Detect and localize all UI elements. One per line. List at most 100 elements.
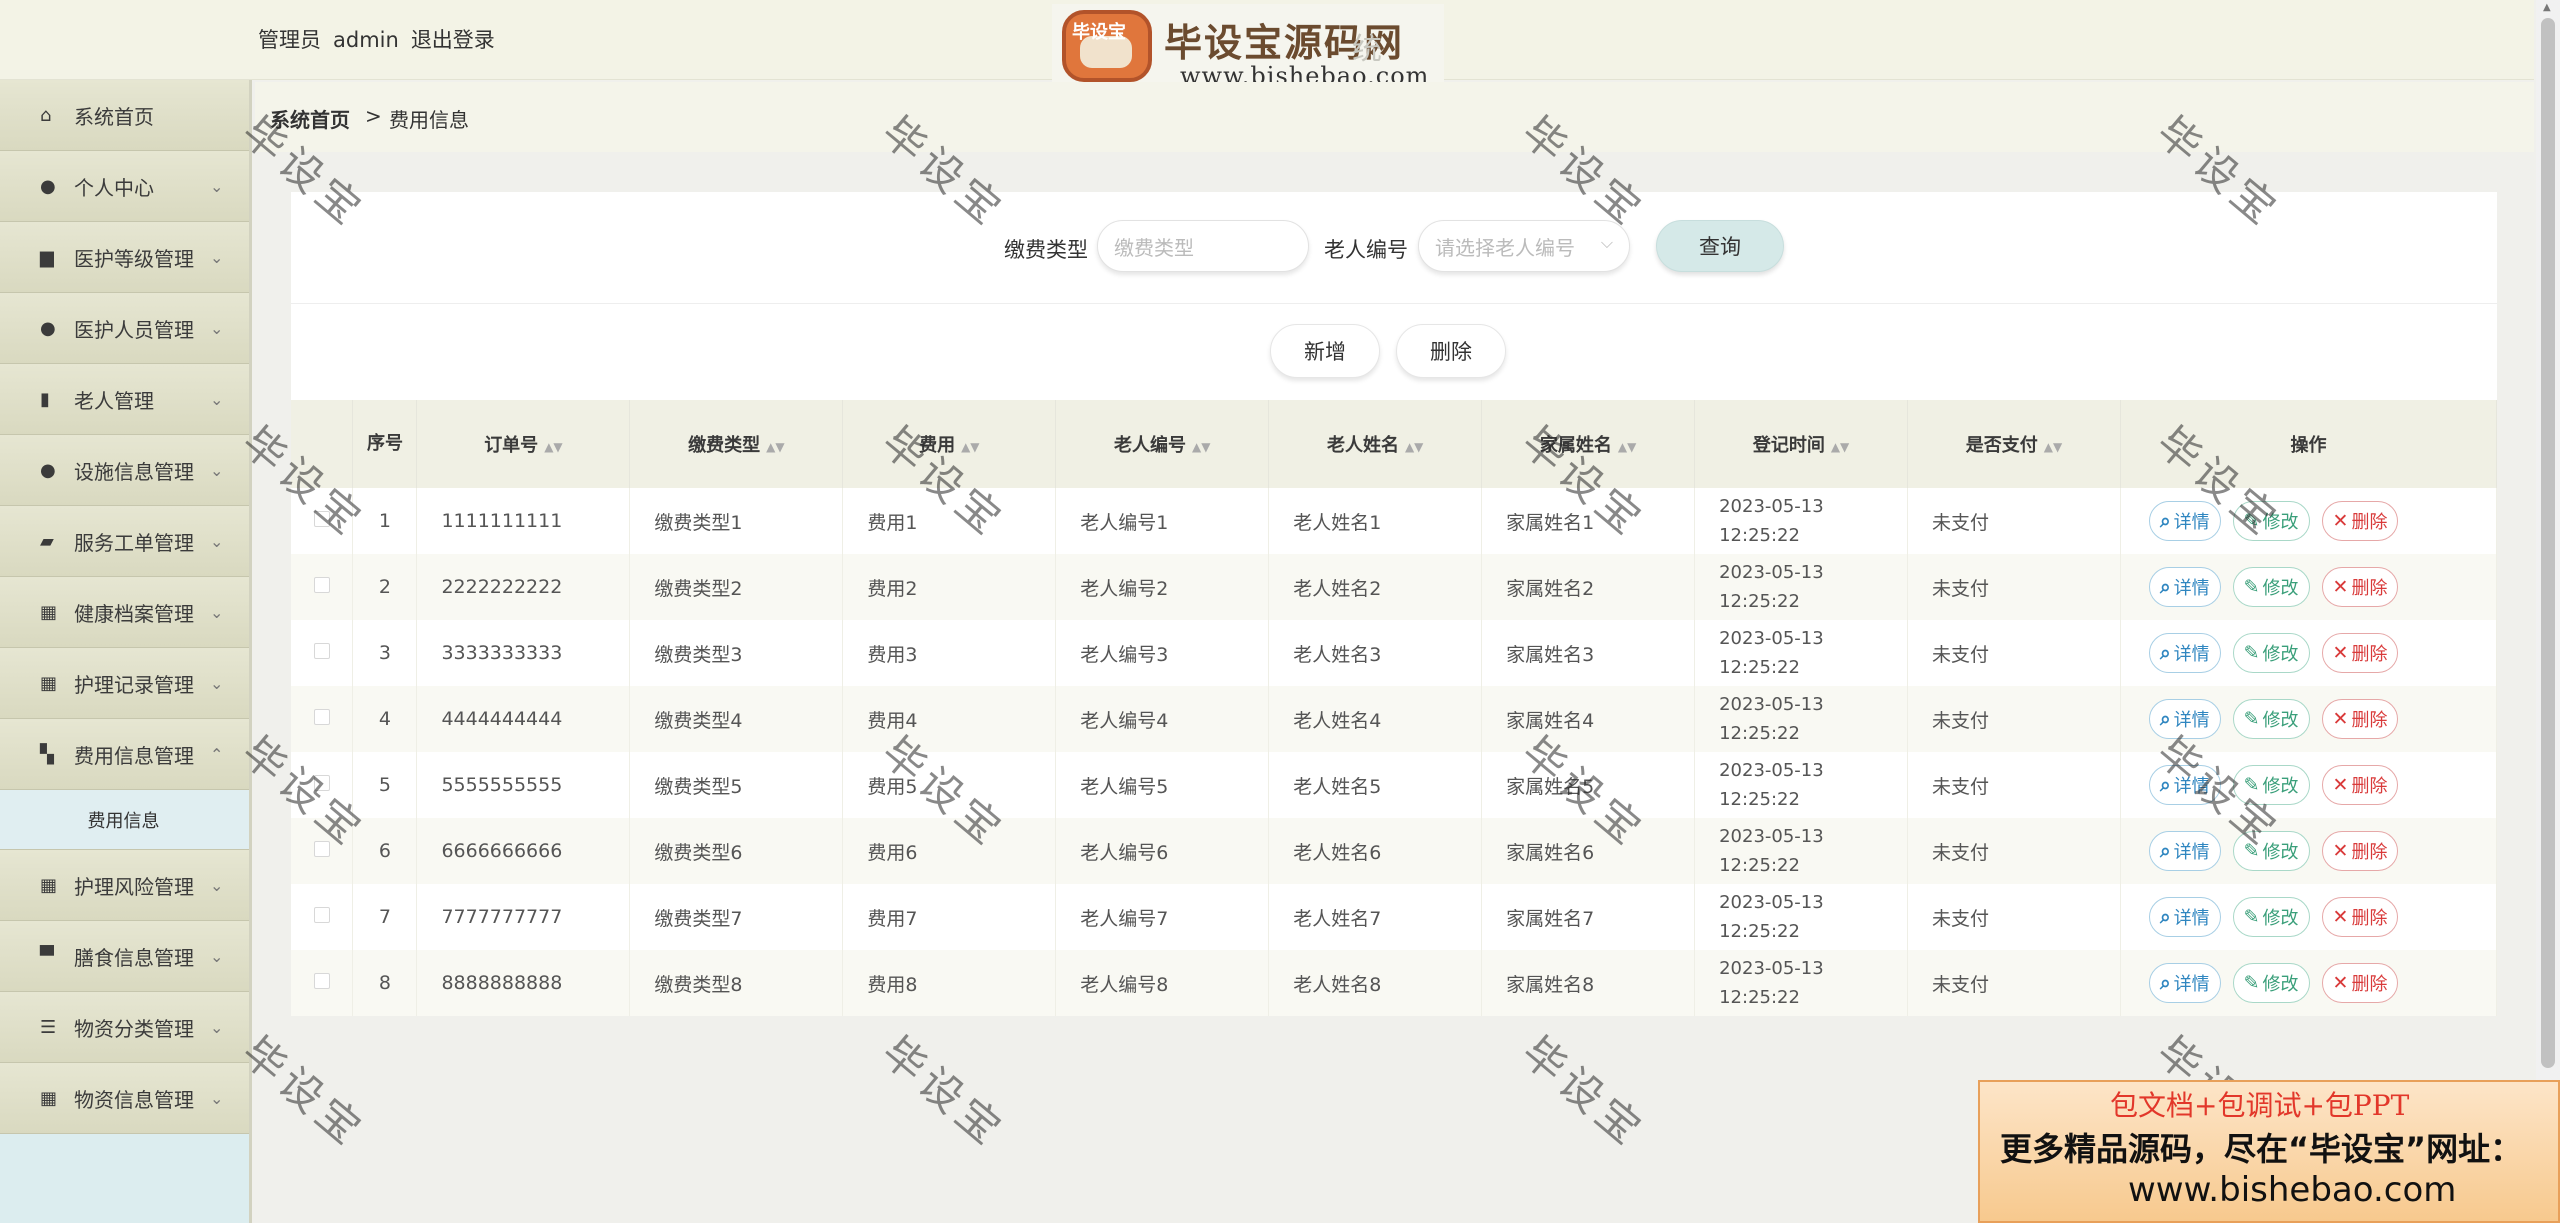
sidebar-item-0[interactable]: ⌂ 系统首页: [0, 80, 249, 151]
row-checkbox-cell: [291, 950, 354, 1016]
cell-fee: 费用5: [842, 752, 1057, 818]
detail-button-label: 详情: [2173, 644, 2210, 665]
detail-button[interactable]: ⌕ 详情: [2148, 765, 2221, 805]
cube-icon: ▰: [40, 530, 54, 552]
cell-elder-no: 老人编号5: [1055, 752, 1270, 818]
row-checkbox[interactable]: [313, 973, 330, 989]
detail-button[interactable]: ⌕ 详情: [2148, 963, 2221, 1003]
column-header-elder-name[interactable]: 老人姓名 ▲▼: [1268, 400, 1483, 488]
column-header-family[interactable]: 家属姓名 ▲▼: [1481, 400, 1696, 488]
column-header-elder-no[interactable]: 老人编号 ▲▼: [1055, 400, 1270, 488]
delete-button[interactable]: ✕ 删除: [2321, 897, 2399, 937]
delete-button[interactable]: ✕ 删除: [2321, 567, 2399, 607]
column-header-order[interactable]: 订单号 ▲▼: [416, 400, 631, 488]
logout-link[interactable]: 退出登录: [411, 28, 495, 52]
sidebar-item-2[interactable]: ▆ 医护等级管理 ⌄: [0, 222, 249, 293]
edit-button[interactable]: ✎ 修改: [2232, 501, 2310, 541]
sidebar-item-4[interactable]: ▮ 老人管理 ⌄: [0, 364, 249, 435]
close-icon: ✕: [2332, 642, 2349, 664]
row-checkbox-cell: [291, 884, 354, 950]
delete-button[interactable]: ✕ 删除: [2321, 963, 2399, 1003]
sidebar-item-11[interactable]: ▀ 膳食信息管理 ⌄: [0, 921, 249, 992]
edit-button-label: 修改: [2262, 644, 2299, 665]
column-header-paid[interactable]: 是否支付 ▲▼: [1907, 400, 2121, 488]
close-icon: ✕: [2332, 906, 2349, 928]
row-checkbox[interactable]: [313, 577, 330, 593]
detail-button[interactable]: ⌕ 详情: [2148, 633, 2221, 673]
row-checkbox[interactable]: [313, 643, 330, 659]
sidebar: ⌂ 系统首页 ● 个人中心 ⌄ ▆ 医护等级管理 ⌄ ● 医护人员管理 ⌄ ▮ 老人管理 ⌄ ● 设施信息管理…: [0, 80, 252, 1223]
detail-button[interactable]: ⌕ 详情: [2148, 699, 2221, 739]
scroll-up-icon[interactable]: ▲: [2543, 2, 2551, 13]
sort-icon[interactable]: ▲▼: [1618, 440, 1636, 454]
detail-button[interactable]: ⌕ 详情: [2148, 831, 2221, 871]
watermark-text: 毕设宝: [872, 1026, 1015, 1158]
edit-button-label: 修改: [2262, 974, 2299, 995]
sort-icon[interactable]: ▲▼: [2044, 440, 2062, 454]
row-checkbox[interactable]: [313, 709, 330, 725]
edit-button[interactable]: ✎ 修改: [2232, 831, 2310, 871]
column-header-fee[interactable]: 费用 ▲▼: [842, 400, 1057, 488]
detail-button[interactable]: ⌕ 详情: [2148, 567, 2221, 607]
close-icon: ✕: [2332, 708, 2349, 730]
edit-button[interactable]: ✎ 修改: [2232, 897, 2310, 937]
column-header-time[interactable]: 登记时间 ▲▼: [1694, 400, 1909, 488]
sort-icon[interactable]: ▲▼: [1192, 440, 1210, 454]
sidebar-item-5[interactable]: ● 设施信息管理 ⌄: [0, 435, 249, 506]
delete-button[interactable]: ✕ 删除: [2321, 765, 2399, 805]
scroll-thumb[interactable]: [2541, 18, 2555, 1068]
edit-button[interactable]: ✎ 修改: [2232, 765, 2310, 805]
sidebar-item-1[interactable]: ● 个人中心 ⌄: [0, 151, 249, 222]
sidebar-item-10[interactable]: ▦ 护理风险管理 ⌄: [0, 850, 249, 921]
detail-button[interactable]: ⌕ 详情: [2148, 897, 2221, 937]
table-row: 5 5555555555 缴费类型5 费用5 老人编号5 老人姓名5 家属姓名5 2023-0…: [291, 752, 2498, 818]
row-checkbox[interactable]: [313, 775, 330, 791]
cell-elder-no: 老人编号1: [1055, 488, 1270, 554]
sidebar-item-7[interactable]: ▦ 健康档案管理 ⌄: [0, 577, 249, 648]
row-checkbox[interactable]: [313, 907, 330, 923]
add-button[interactable]: 新增: [1270, 324, 1380, 378]
edit-button-label: 修改: [2262, 512, 2299, 533]
row-checkbox[interactable]: [313, 841, 330, 857]
sidebar-item-3[interactable]: ● 医护人员管理 ⌄: [0, 293, 249, 364]
watermark-text: 毕设宝: [1512, 1026, 1655, 1158]
sort-icon[interactable]: ▲▼: [1831, 440, 1849, 454]
cell-order: 5555555555: [416, 752, 631, 818]
edit-button[interactable]: ✎ 修改: [2232, 567, 2310, 607]
sidebar-item-12[interactable]: ☰ 物资分类管理 ⌄: [0, 992, 249, 1063]
row-actions: ⌕ 详情 ✎ 修改 ✕ 删除: [2120, 752, 2498, 818]
cell-order: 1111111111: [416, 488, 631, 554]
sort-icon[interactable]: ▲▼: [766, 440, 784, 454]
delete-button[interactable]: ✕ 删除: [2321, 501, 2399, 541]
sidebar-item-8[interactable]: ▦ 护理记录管理 ⌄: [0, 648, 249, 719]
sidebar-item-9[interactable]: ▚ 费用信息管理 ⌃: [0, 719, 249, 790]
sidebar-item-label: 护理风险管理: [74, 874, 194, 899]
edit-button[interactable]: ✎ 修改: [2232, 633, 2310, 673]
sidebar-item-6[interactable]: ▰ 服务工单管理 ⌄: [0, 506, 249, 577]
breadcrumb-home[interactable]: 系统首页: [270, 104, 350, 133]
delete-button[interactable]: ✕ 删除: [2321, 831, 2399, 871]
bulk-delete-button[interactable]: 删除: [1396, 324, 1506, 378]
sidebar-item-13[interactable]: ▦ 物资信息管理 ⌄: [0, 1063, 249, 1134]
table-row: 6 6666666666 缴费类型6 费用6 老人编号6 老人姓名6 家属姓名6 2023-0…: [291, 818, 2498, 884]
cell-paid: 未支付: [1907, 884, 2121, 950]
sort-icon[interactable]: ▲▼: [1405, 440, 1423, 454]
sort-icon[interactable]: ▲▼: [544, 440, 562, 454]
column-header-index: 序号: [352, 400, 418, 488]
column-header-type[interactable]: 缴费类型 ▲▼: [629, 400, 844, 488]
detail-button[interactable]: ⌕ 详情: [2148, 501, 2221, 541]
submenu-item-fee-info[interactable]: 费用信息: [0, 790, 249, 850]
page-scrollbar[interactable]: ▲: [2536, 0, 2560, 1223]
cell-type: 缴费类型7: [629, 884, 844, 950]
edit-button[interactable]: ✎ 修改: [2232, 963, 2310, 1003]
sort-icon[interactable]: ▲▼: [961, 440, 979, 454]
elder-number-select[interactable]: 请选择老人编号 ⌵: [1418, 220, 1630, 272]
cell-paid: 未支付: [1907, 686, 2121, 752]
payment-type-input[interactable]: 缴费类型: [1097, 220, 1309, 272]
query-button[interactable]: 查询: [1656, 220, 1784, 272]
row-checkbox[interactable]: [313, 511, 330, 527]
edit-button[interactable]: ✎ 修改: [2232, 699, 2310, 739]
delete-button[interactable]: ✕ 删除: [2321, 633, 2399, 673]
delete-button[interactable]: ✕ 删除: [2321, 699, 2399, 739]
row-checkbox-cell: [291, 488, 354, 554]
